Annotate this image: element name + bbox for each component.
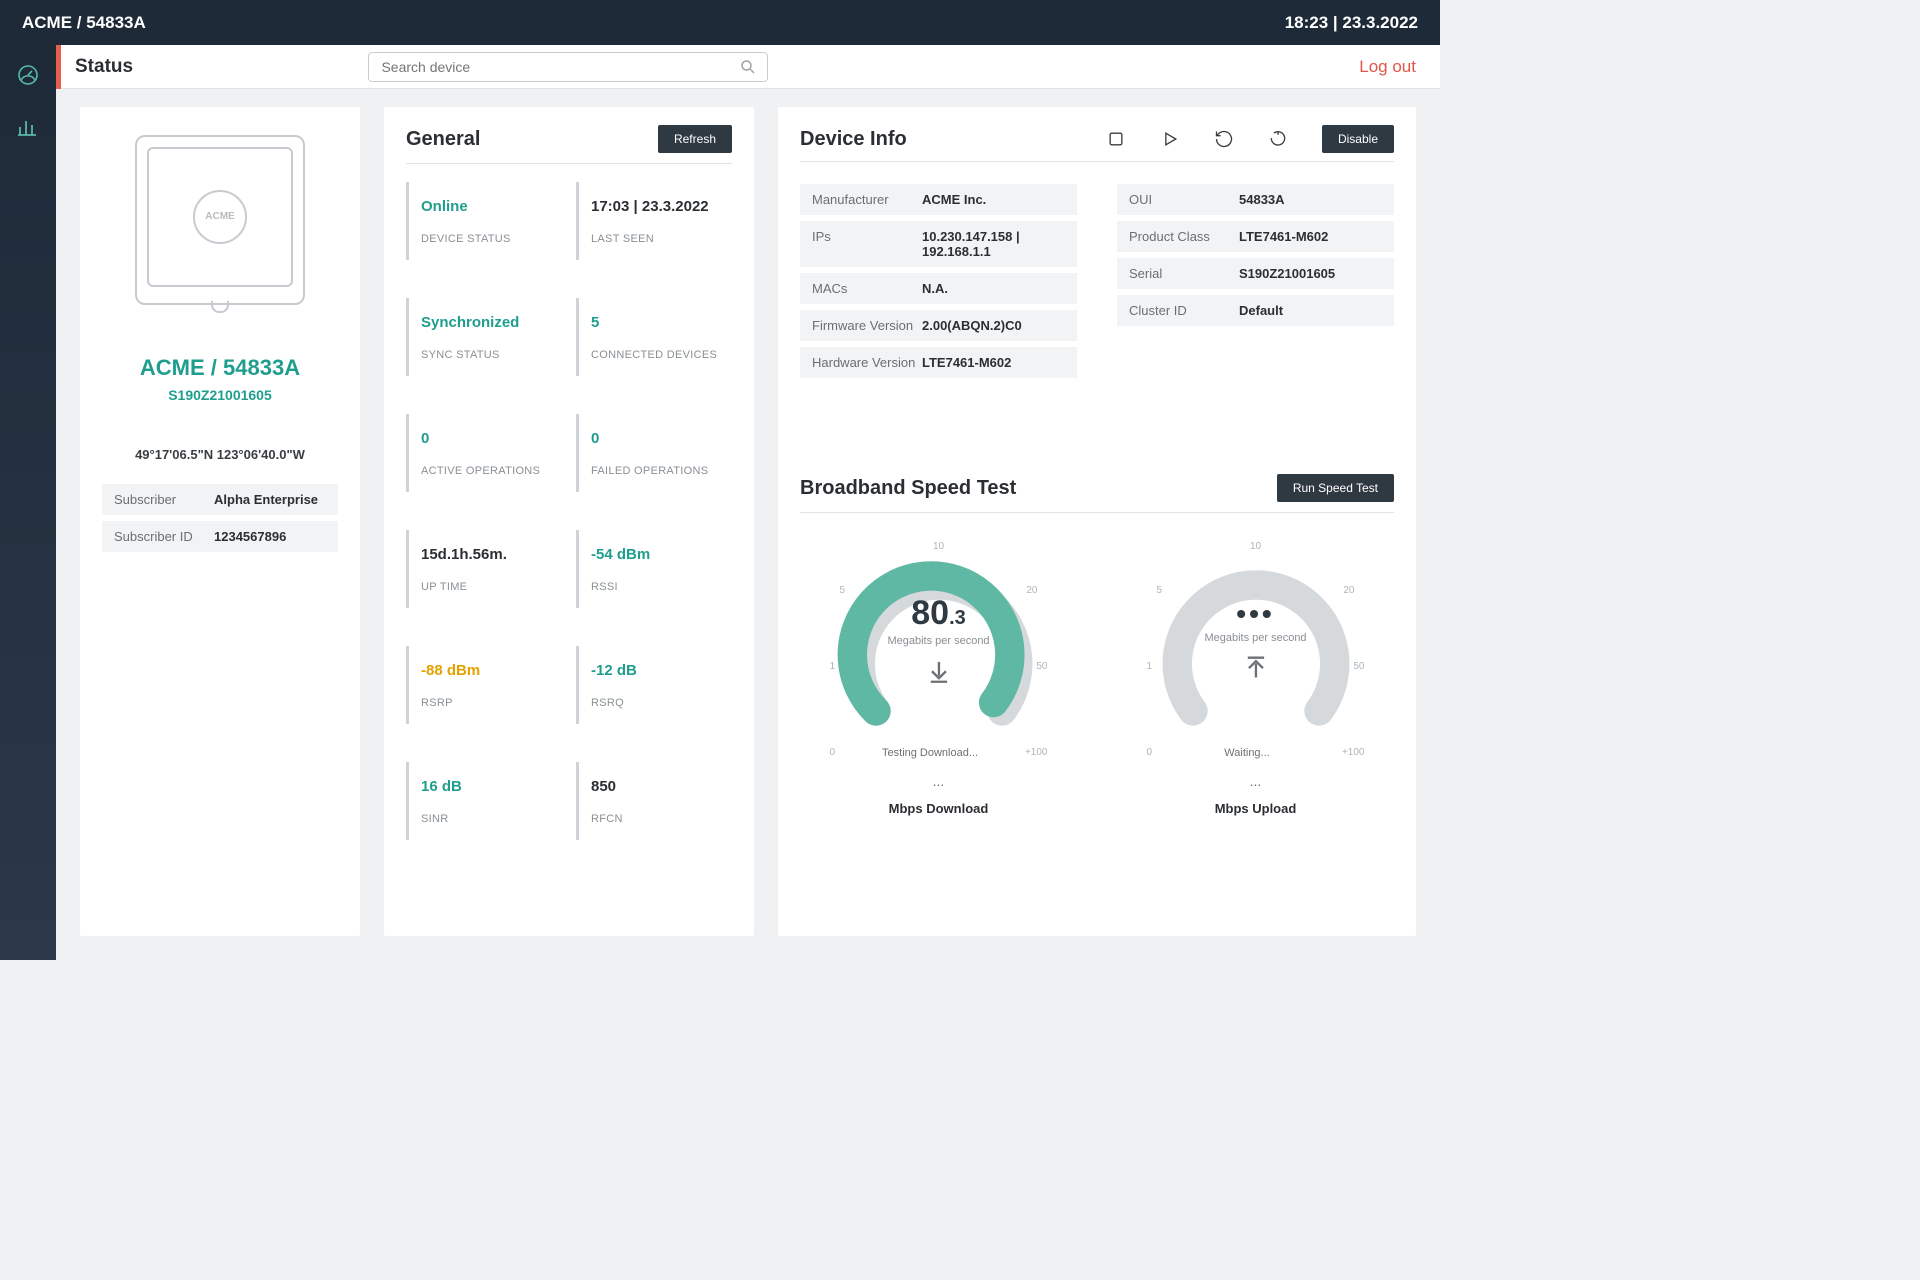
device-image-brand: ACME <box>193 190 247 244</box>
download-label: Mbps Download <box>824 801 1054 816</box>
stat-connected-devices: 5CONNECTED DEVICES <box>576 298 732 376</box>
info-row-hardware-version: Hardware VersionLTE7461-M602 <box>800 347 1077 378</box>
divider <box>406 163 732 164</box>
info-row-cluster-id: Cluster IDDefault <box>1117 295 1394 326</box>
download-arrow-icon <box>925 657 953 685</box>
subscriber-rows: Subscriber Alpha Enterprise Subscriber I… <box>102 484 338 558</box>
speed-test-section: Broadband Speed Test Run Speed Test 10 5… <box>800 474 1394 816</box>
divider <box>800 161 1394 162</box>
info-row-manufacturer: ManufacturerACME Inc. <box>800 184 1077 215</box>
stat-last-seen: 17:03 | 23.3.2022LAST SEEN <box>576 182 732 260</box>
stat-rfcn: 850RFCN <box>576 762 732 840</box>
device-title: ACME / 54833A <box>140 355 300 381</box>
disable-button[interactable]: Disable <box>1322 125 1394 153</box>
subscriber-row: Subscriber Alpha Enterprise <box>102 484 338 515</box>
device-info-title: Device Info <box>800 128 907 151</box>
upload-label: Mbps Upload <box>1141 801 1371 816</box>
logout-link[interactable]: Log out <box>1359 57 1416 77</box>
search-input[interactable] <box>379 58 739 76</box>
device-info-grid: ManufacturerACME Inc. IPs10.230.147.158 |… <box>800 184 1394 384</box>
upload-gauge: 10 5 20 1 50 ••• Megabits per second 0Wa… <box>1141 543 1371 816</box>
search-icon <box>739 58 757 76</box>
refresh-circular-icon[interactable] <box>1214 129 1234 149</box>
stat-sinr: 16 dBSINR <box>406 762 562 840</box>
content: ACME ACME / 54833A S190Z21001605 49°17'0… <box>56 89 1440 960</box>
stat-active-operations: 0ACTIVE OPERATIONS <box>406 414 562 492</box>
info-row-ips: IPs10.230.147.158 | 192.168.1.1 <box>800 221 1077 267</box>
upload-arrow-icon <box>1242 654 1270 682</box>
topbar: ACME / 54833A 18:23 | 23.3.2022 <box>0 0 1440 45</box>
search-box[interactable] <box>368 52 768 82</box>
header-accent <box>56 45 61 89</box>
divider <box>800 512 1394 513</box>
device-info-actions: Disable <box>1106 125 1394 153</box>
general-stats-grid: OnlineDEVICE STATUS17:03 | 23.3.2022LAST… <box>406 182 732 840</box>
dashboard-gauge-icon[interactable] <box>16 63 40 87</box>
stop-icon[interactable] <box>1106 129 1126 149</box>
stat-rsrq: -12 dBRSRQ <box>576 646 732 724</box>
device-serial: S190Z21001605 <box>168 387 272 403</box>
download-gauge: 10 5 20 1 50 80.3 Megabits per second 0T… <box>824 543 1054 816</box>
info-row-product-class: Product ClassLTE7461-M602 <box>1117 221 1394 252</box>
topbar-clock: 18:23 | 23.3.2022 <box>1285 13 1418 33</box>
analytics-bars-icon[interactable] <box>16 115 40 139</box>
speed-test-title: Broadband Speed Test <box>800 477 1016 500</box>
page-header: Status Log out <box>56 45 1440 89</box>
stat-rssi: -54 dBmRSSI <box>576 530 732 608</box>
left-nav <box>0 45 56 960</box>
page-title: Status <box>75 56 133 78</box>
info-row-macs: MACsN.A. <box>800 273 1077 304</box>
info-row-firmware-version: Firmware Version2.00(ABQN.2)C0 <box>800 310 1077 341</box>
play-icon[interactable] <box>1160 129 1180 149</box>
device-coordinates: 49°17'06.5"N 123°06'40.0"W <box>135 447 305 462</box>
stat-device-status: OnlineDEVICE STATUS <box>406 182 562 260</box>
info-row-oui: OUI54833A <box>1117 184 1394 215</box>
refresh-button[interactable]: Refresh <box>658 125 732 153</box>
info-row-serial: SerialS190Z21001605 <box>1117 258 1394 289</box>
device-image: ACME <box>135 135 305 305</box>
general-panel: General Refresh OnlineDEVICE STATUS17:03… <box>384 107 754 936</box>
device-summary-panel: ACME ACME / 54833A S190Z21001605 49°17'0… <box>80 107 360 936</box>
breadcrumb: ACME / 54833A <box>22 13 146 33</box>
reset-icon[interactable] <box>1268 129 1288 149</box>
right-panel: Device Info Disable ManufacturerACME Inc… <box>778 107 1416 936</box>
stat-sync-status: SynchronizedSYNC STATUS <box>406 298 562 376</box>
stat-up-time: 15d.1h.56m.UP TIME <box>406 530 562 608</box>
run-speed-test-button[interactable]: Run Speed Test <box>1277 474 1394 502</box>
general-title: General <box>406 128 480 151</box>
stat-failed-operations: 0FAILED OPERATIONS <box>576 414 732 492</box>
subscriber-id-row: Subscriber ID 1234567896 <box>102 521 338 552</box>
stat-rsrp: -88 dBmRSRP <box>406 646 562 724</box>
